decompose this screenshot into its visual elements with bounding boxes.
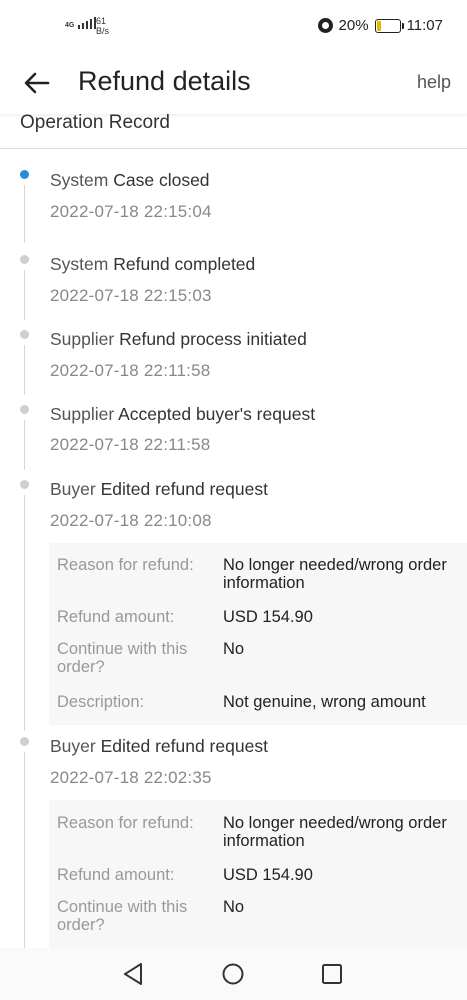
back-triangle-icon (124, 963, 142, 985)
battery-percent: 20% (338, 17, 369, 34)
event-time: 2022-07-18 22:11:58 (50, 435, 211, 454)
back-button[interactable] (22, 68, 52, 98)
event-title: Buyer Edited refund request (50, 479, 268, 500)
timeline-dot (20, 737, 29, 746)
detail-value: No (223, 640, 245, 658)
recents-square-icon (322, 964, 342, 984)
timeline-line (24, 420, 25, 470)
network-type: 4G (65, 22, 75, 29)
alarm-icon (317, 18, 333, 33)
event-title: System Case closed (50, 170, 210, 191)
nav-home-button[interactable] (220, 961, 246, 987)
detail-value: No longer needed/wrong order information (223, 814, 447, 850)
battery-icon (374, 18, 404, 33)
timeline-line (24, 752, 25, 949)
detail-label: Description: (57, 693, 145, 711)
timeline-dot-active (20, 170, 29, 179)
app-header: Refund details help (0, 52, 467, 114)
event-actor: Buyer (50, 479, 96, 499)
event-time: 2022-07-18 22:15:03 (50, 286, 212, 305)
refund-detail-panel: Reason for refund: No longer needed/wron… (49, 543, 467, 725)
clock: 11:07 (406, 17, 443, 34)
event-actor: Supplier (50, 404, 115, 424)
detail-value: Not genuine, wrong amount (223, 693, 426, 711)
timeline-line (24, 270, 25, 320)
event-time: 2022-07-18 22:02:35 (50, 768, 212, 787)
refund-detail-panel: Reason for refund: No longer needed/wron… (49, 800, 467, 949)
detail-label: Refund amount: (57, 608, 175, 626)
timeline-line (24, 495, 25, 731)
event-actor: Buyer (50, 736, 96, 756)
detail-value: No longer needed/wrong order information (223, 556, 447, 592)
timeline-dot (20, 405, 29, 414)
page-title: Refund details (78, 66, 251, 96)
event-action: Case closed (113, 170, 210, 190)
system-nav-bar (0, 948, 467, 1000)
timeline-dot (20, 330, 29, 339)
event-action: Refund completed (113, 254, 256, 274)
timeline-line (24, 345, 25, 395)
nav-back-button[interactable] (120, 961, 146, 987)
operation-record-timeline: System Case closed 2022-07-18 22:15:04 S… (0, 149, 467, 949)
event-actor: System (50, 254, 109, 274)
event-title: Buyer Edited refund request (50, 736, 268, 757)
detail-value: USD 154.90 (223, 608, 313, 626)
home-circle-icon (222, 963, 244, 985)
detail-label: Continue with this order? (57, 640, 188, 676)
event-actor: Supplier (50, 329, 115, 349)
event-action: Refund process initiated (119, 329, 307, 349)
detail-value: USD 154.90 (223, 866, 313, 884)
detail-label: Reason for refund: (57, 556, 194, 574)
status-bar: 4G 61 B/s 20% 11:07 (0, 0, 467, 52)
network-speed-unit: B/s (96, 26, 110, 36)
detail-label: Continue with this order? (57, 898, 188, 934)
event-actor: System (50, 170, 109, 190)
event-title: Supplier Accepted buyer's request (50, 404, 315, 425)
event-action: Accepted buyer's request (118, 404, 316, 424)
timeline-dot (20, 480, 29, 489)
detail-label: Reason for refund: (57, 814, 194, 832)
detail-label: Refund amount: (57, 866, 175, 884)
event-title: System Refund completed (50, 254, 255, 275)
detail-value: No (223, 898, 245, 916)
arrow-left-icon (24, 72, 50, 94)
event-time: 2022-07-18 22:15:04 (50, 202, 212, 221)
event-action: Edited refund request (100, 479, 268, 499)
network-speed: 61 B/s (96, 16, 109, 36)
help-link[interactable]: help (417, 72, 451, 93)
event-title: Supplier Refund process initiated (50, 329, 307, 350)
event-time: 2022-07-18 22:11:58 (50, 361, 211, 380)
network-speed-value: 61 (96, 16, 107, 26)
nav-recents-button[interactable] (319, 961, 345, 987)
event-time: 2022-07-18 22:10:08 (50, 511, 212, 530)
signal-icon: 4G (65, 17, 97, 29)
timeline-line (24, 185, 25, 243)
timeline-dot (20, 255, 29, 264)
event-action: Edited refund request (100, 736, 268, 756)
section-title: Operation Record (20, 112, 170, 133)
